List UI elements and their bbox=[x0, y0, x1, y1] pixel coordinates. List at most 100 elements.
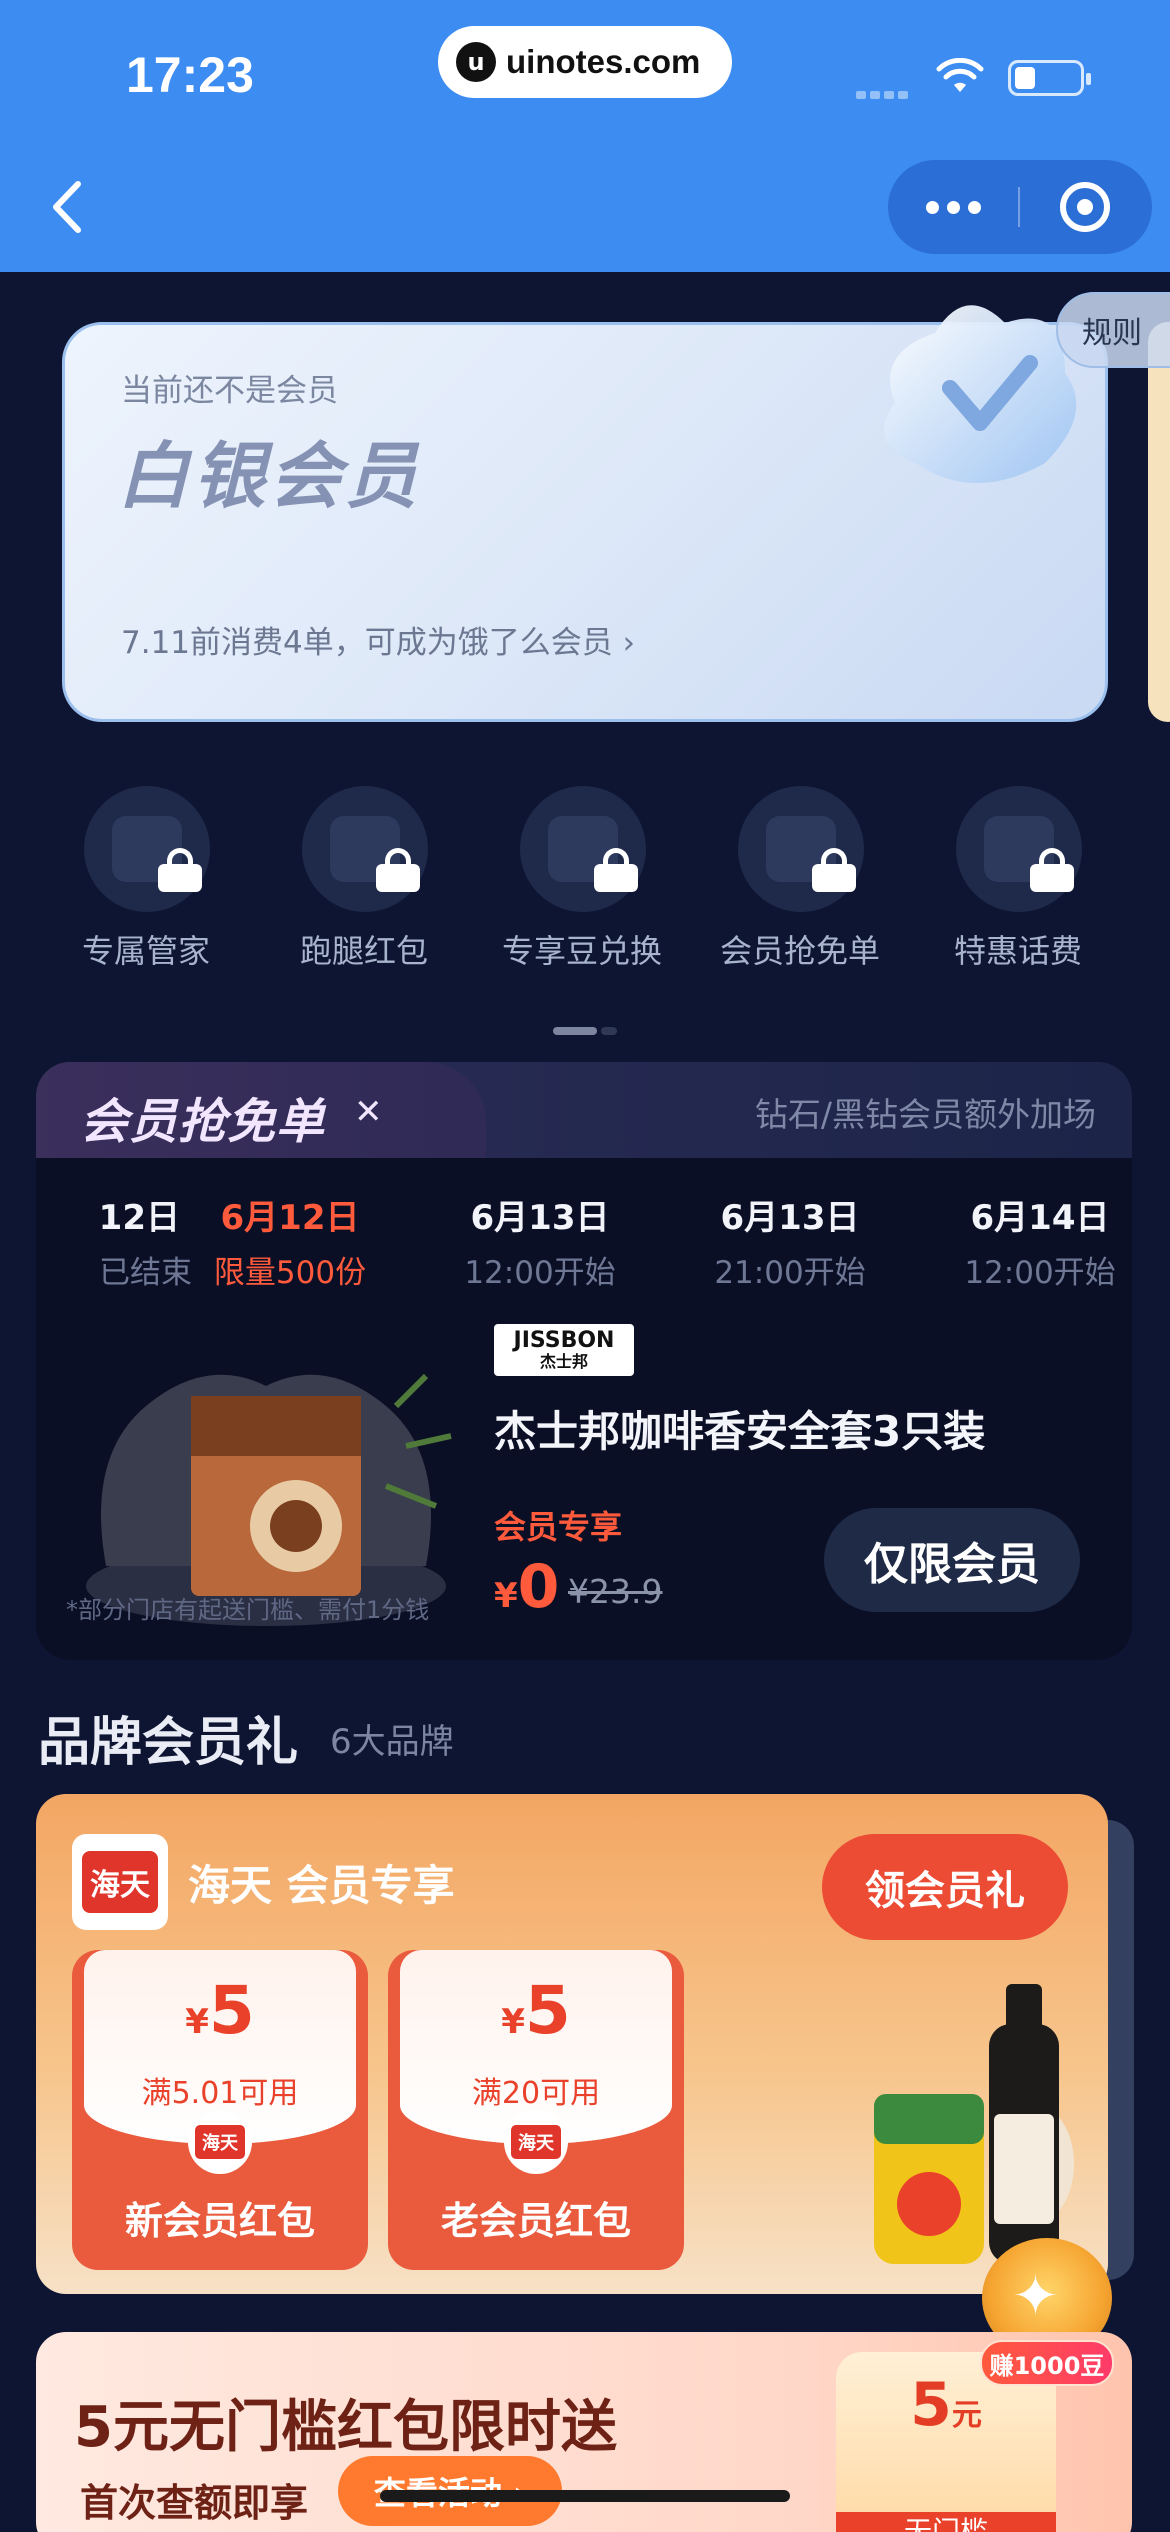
date-tab-date: 6月12日 bbox=[220, 1198, 360, 1238]
red-packet-icon bbox=[302, 786, 428, 912]
brand-section-title: 品牌会员礼 bbox=[38, 1713, 299, 1773]
top-bar: 17:23 u uinotes.com bbox=[0, 0, 1170, 272]
url-text: uinotes.com bbox=[506, 43, 701, 80]
brand-count: 6大品牌 bbox=[330, 1722, 454, 1762]
product-brand-logo: JISSBON 杰士邦 bbox=[494, 1324, 634, 1376]
gift-amount: 5 bbox=[910, 2370, 952, 2440]
home-indicator bbox=[380, 2490, 790, 2502]
member-status-text: 当前还不是会员 bbox=[121, 373, 338, 409]
benefit-item-butler[interactable]: 专属管家 bbox=[46, 786, 246, 976]
benefits-scroll-indicator bbox=[553, 1027, 617, 1035]
coupon-amount: ¥5 bbox=[72, 1972, 368, 2049]
date-tab-status: 12:00开始 bbox=[464, 1255, 616, 1291]
gift-unit: 元 bbox=[951, 2398, 982, 2433]
gift-icon bbox=[738, 786, 864, 912]
signal-icon bbox=[856, 84, 916, 99]
promo-title: 5元无门槛红包限时送 bbox=[74, 2395, 617, 2460]
benefit-item-bean-exchange[interactable]: 专享豆兑换 bbox=[482, 786, 682, 976]
coupon-currency: ¥ bbox=[501, 2002, 525, 2042]
coupon-amount: ¥5 bbox=[388, 1972, 684, 2049]
date-tab-date: 6月13日 bbox=[470, 1198, 610, 1238]
coupon-seal-text: 海天 bbox=[195, 2125, 245, 2159]
benefit-item-free-order[interactable]: 会员抢免单 bbox=[700, 786, 900, 976]
lock-icon bbox=[594, 848, 638, 892]
member-level-title: 白银会员 bbox=[117, 434, 422, 518]
sauce-products-image bbox=[874, 1984, 1074, 2264]
lock-icon bbox=[376, 848, 420, 892]
wifi-icon bbox=[936, 58, 984, 92]
benefits-row: 专属管家 跑腿红包 专享豆兑换 会员抢免单 特惠话费 bbox=[40, 786, 1130, 976]
product-tag: 会员专享 bbox=[494, 1508, 623, 1546]
date-tab-status: 限量500份 bbox=[213, 1255, 367, 1291]
price-currency: ¥ bbox=[494, 1576, 518, 1616]
rules-tab[interactable]: 规则 bbox=[1056, 292, 1170, 368]
bean-exchange-icon bbox=[520, 786, 646, 912]
coupon-name: 老会员红包 bbox=[440, 2199, 631, 2243]
benefit-label: 专属管家 bbox=[81, 932, 210, 970]
coupon-name: 新会员红包 bbox=[124, 2199, 315, 2243]
brand-logo: 海天 bbox=[72, 1834, 168, 1930]
lock-icon bbox=[158, 848, 202, 892]
brand-name-cn: 杰士邦 bbox=[539, 1352, 588, 1372]
status-time: 17:23 bbox=[126, 47, 254, 103]
date-tab-date: 6月14日 bbox=[970, 1198, 1110, 1238]
benefit-item-errand[interactable]: 跑腿红包 bbox=[264, 786, 464, 976]
claim-gift-button[interactable]: 领会员礼 bbox=[822, 1834, 1068, 1940]
mini-program-capsule bbox=[888, 160, 1152, 254]
headset-icon bbox=[84, 786, 210, 912]
member-level-card[interactable]: 当前还不是会员 白银会员 7.11前消费4单，可成为饿了么会员 › bbox=[62, 305, 1108, 722]
coupon-card[interactable]: ¥5 满5.01可用 海天 新会员红包 bbox=[72, 1950, 368, 2270]
target-icon[interactable] bbox=[1020, 160, 1150, 254]
sparkle-icon: ✕ bbox=[354, 1092, 383, 1132]
date-tab-date: 6月13日 bbox=[720, 1198, 860, 1238]
benefit-label: 跑腿红包 bbox=[299, 932, 428, 970]
coupon-seal: 海天 bbox=[504, 2110, 568, 2174]
benefit-label: 专享豆兑换 bbox=[501, 932, 662, 970]
product-original-price: ¥23.9 bbox=[568, 1572, 663, 1611]
coupon-value: 5 bbox=[524, 1972, 571, 2049]
coupon-currency: ¥ bbox=[185, 2002, 209, 2042]
member-upgrade-hint[interactable]: 7.11前消费4单，可成为饿了么会员 › bbox=[121, 617, 635, 662]
coupon-seal-text: 海天 bbox=[511, 2125, 561, 2159]
benefit-label: 特惠话费 bbox=[953, 932, 1082, 970]
coupon-card[interactable]: ¥5 满20可用 海天 老会员红包 bbox=[388, 1950, 684, 2270]
brand-card-title: 海天 会员专享 bbox=[188, 1861, 455, 1910]
free-order-subtitle[interactable]: 钻石/黑钻会员额外加场 bbox=[755, 1088, 1096, 1136]
more-dots-icon[interactable] bbox=[888, 160, 1018, 254]
coupon-condition: 满20可用 bbox=[471, 2076, 601, 2111]
battery-icon bbox=[1008, 60, 1091, 96]
date-tab-status: 12:00开始 bbox=[964, 1255, 1116, 1291]
free-order-panel: 会员抢免单 ✕ 钻石/黑钻会员额外加场 12日 已结束 6月12日 限量500份… bbox=[36, 1062, 1132, 1660]
phone-bill-icon bbox=[956, 786, 1082, 912]
date-tab[interactable]: 6月14日 12:00开始 bbox=[920, 1190, 1132, 1292]
free-order-title: 会员抢免单 bbox=[80, 1094, 326, 1150]
coupon-condition: 满5.01可用 bbox=[141, 2076, 299, 2111]
benefit-label: 会员抢免单 bbox=[719, 932, 880, 970]
benefit-item-phone-bill[interactable]: 特惠话费 bbox=[918, 786, 1118, 976]
promo-card[interactable]: 5元无门槛红包限时送 首次查额即享 查看活动 › 5元 无门槛 bbox=[36, 2332, 1132, 2532]
free-order-header: 会员抢免单 ✕ 钻石/黑钻会员额外加场 bbox=[36, 1062, 1132, 1158]
promo-subtitle: 首次查额即享 bbox=[80, 2481, 309, 2525]
bean-badge-label[interactable]: 赚1000豆 bbox=[980, 2340, 1114, 2386]
gift-label: 无门槛 bbox=[836, 2512, 1056, 2532]
date-tab-active[interactable]: 6月12日 限量500份 bbox=[170, 1190, 410, 1292]
product-name[interactable]: 杰士邦咖啡香安全套3只装 bbox=[494, 1398, 985, 1459]
next-brand-card-peek[interactable] bbox=[1104, 1820, 1134, 2280]
date-tab[interactable]: 6月13日 21:00开始 bbox=[670, 1190, 910, 1292]
coupon-seal: 海天 bbox=[188, 2110, 252, 2174]
brand-logo-text: 海天 bbox=[82, 1851, 158, 1913]
price-value: 0 bbox=[517, 1552, 560, 1622]
members-only-button[interactable]: 仅限会员 bbox=[824, 1508, 1080, 1612]
site-logo-icon: u bbox=[456, 42, 496, 82]
next-level-card-peek[interactable] bbox=[1148, 322, 1170, 722]
coupon-value: 5 bbox=[208, 1972, 255, 2049]
date-tab[interactable]: 6月13日 12:00开始 bbox=[420, 1190, 660, 1292]
lock-icon bbox=[812, 848, 856, 892]
brand-card[interactable]: 海天 海天 会员专享 领会员礼 ¥5 满5.01可用 海天 新会员红包 ¥5 满… bbox=[36, 1794, 1108, 2294]
date-tab-status: 21:00开始 bbox=[714, 1255, 866, 1291]
back-button[interactable] bbox=[40, 172, 100, 242]
product-price: ¥0 bbox=[494, 1552, 559, 1622]
brand-name: JISSBON bbox=[513, 1328, 615, 1354]
url-pill: u uinotes.com bbox=[438, 26, 732, 98]
product-note: *部分门店有起送门槛、需付1分钱 bbox=[66, 1596, 430, 1624]
